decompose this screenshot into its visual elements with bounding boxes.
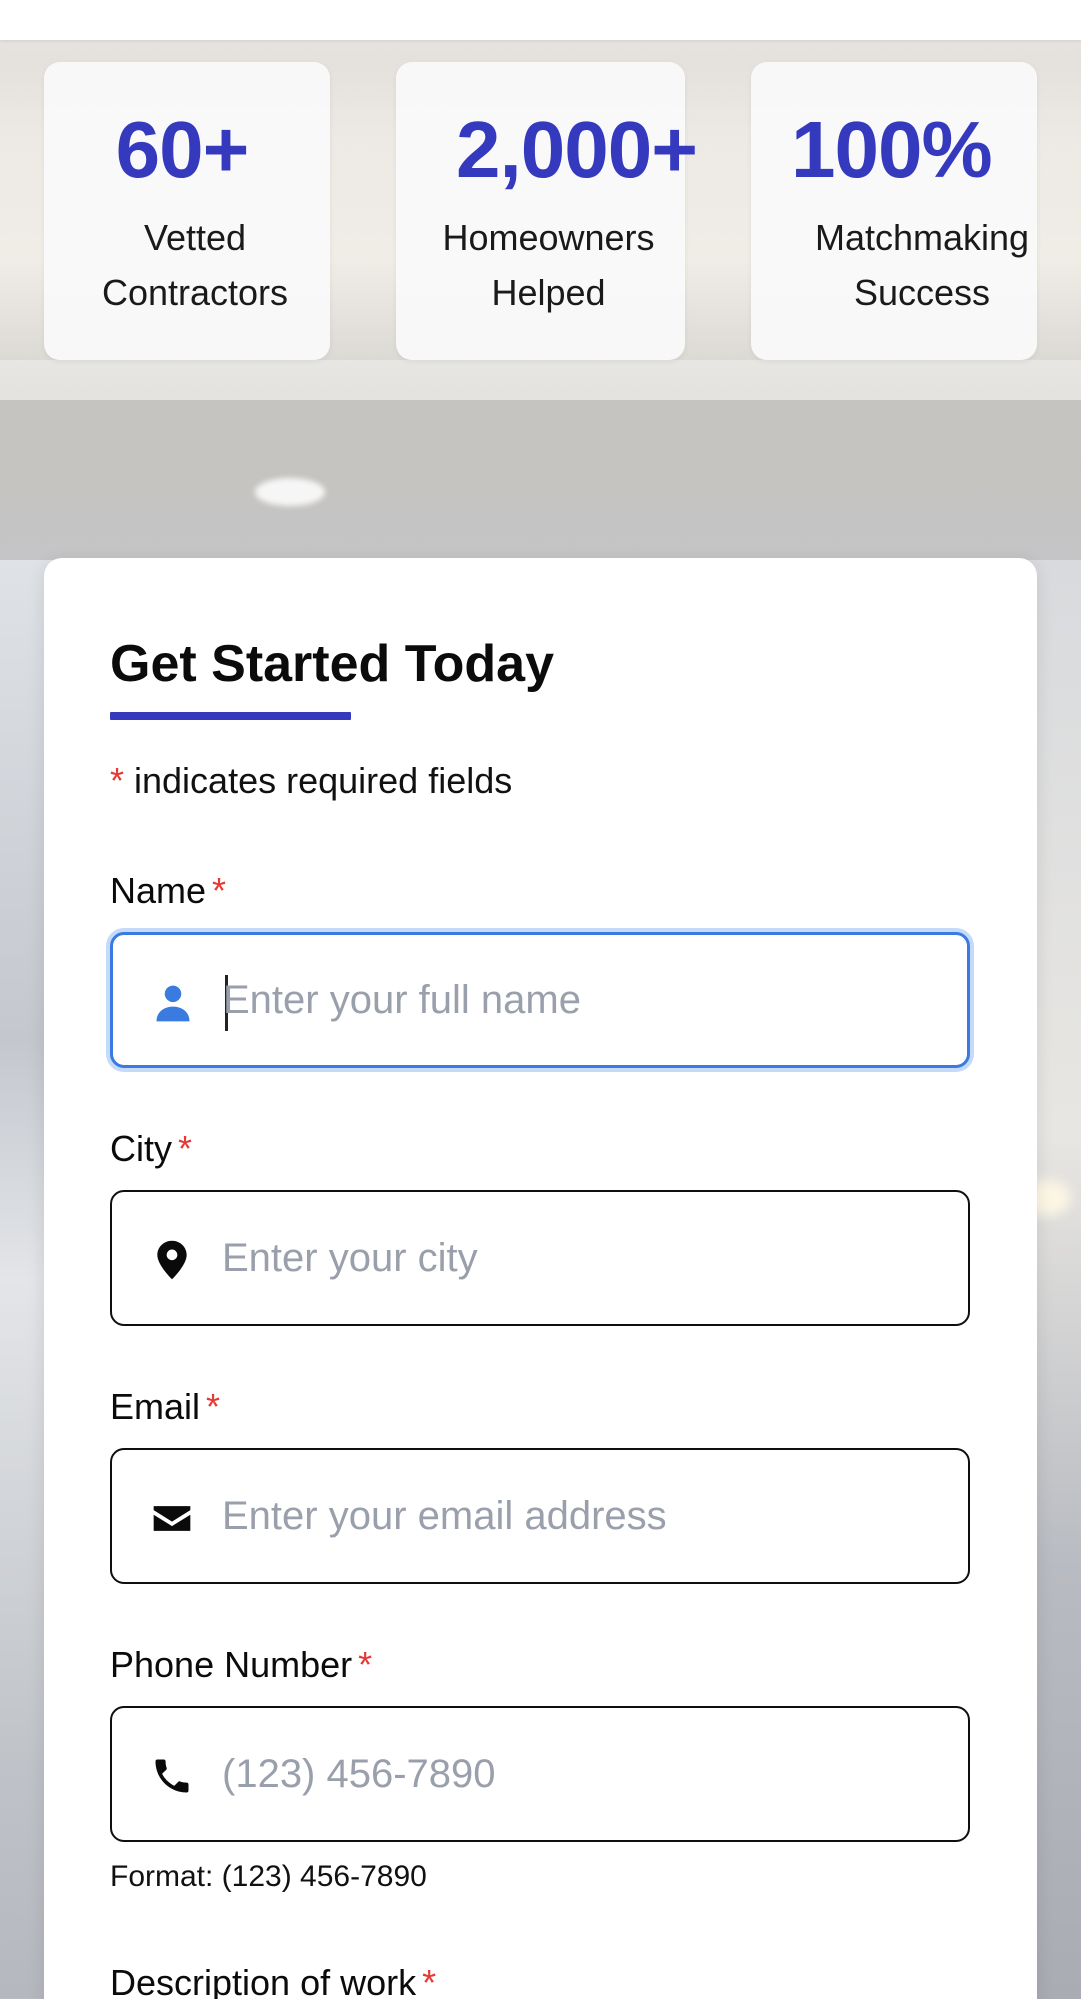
phone-label: Phone Number * [110, 1644, 372, 1686]
stat-card-homeowners: 2,000+ Homeowners Helped [396, 62, 698, 360]
stat-label-line: Contractors [101, 272, 289, 313]
email-field[interactable] [110, 1448, 970, 1584]
stat-label-line: Matchmaking [814, 217, 1030, 258]
stats-row: 60+ Vetted Contractors 2,000+ Homeowners… [0, 62, 1081, 360]
city-input[interactable] [222, 1192, 942, 1324]
form-title: Get Started Today [110, 635, 555, 693]
required-asterisk: * [422, 1962, 437, 1999]
phone-input[interactable] [222, 1708, 942, 1840]
description-label-text: Description of work [110, 1962, 417, 1999]
envelope-icon [153, 1506, 191, 1531]
stat-label: Vetted Contractors [60, 210, 330, 320]
email-label-text: Email [110, 1386, 201, 1427]
top-bar [0, 0, 1081, 40]
name-label: Name * [110, 870, 226, 912]
stat-value: 100% [791, 105, 993, 194]
lead-form: Get Started Today * indicates required f… [44, 558, 1037, 1999]
name-label-text: Name [110, 870, 207, 911]
required-asterisk: * [110, 760, 125, 801]
city-label-text: City [110, 1128, 172, 1169]
person-icon [156, 985, 190, 1022]
phone-format-hint: Format: (123) 456-7890 [110, 1860, 427, 1893]
name-field[interactable] [110, 932, 970, 1068]
email-input[interactable] [222, 1450, 942, 1582]
stat-label-line: Homeowners [442, 217, 655, 258]
city-label: City * [110, 1128, 192, 1170]
stat-label: Matchmaking Success [807, 210, 1037, 320]
required-note-text: indicates required fields [124, 760, 513, 801]
title-underline [110, 712, 351, 720]
location-pin-icon [157, 1240, 187, 1280]
email-label: Email * [110, 1386, 220, 1428]
background-ceiling [0, 360, 1081, 400]
stat-label-line: Success [853, 272, 991, 313]
phone-label-text: Phone Number [110, 1644, 353, 1685]
background-shadow [0, 400, 1081, 560]
stat-card-matchmaking: 100% Matchmaking Success [751, 62, 1037, 360]
phone-icon [155, 1759, 189, 1793]
stat-label: Homeowners Helped [412, 210, 685, 320]
stat-value: 60+ [115, 105, 250, 194]
phone-field[interactable] [110, 1706, 970, 1842]
required-asterisk: * [178, 1128, 193, 1169]
background-ceiling-light [255, 478, 325, 506]
stat-card-contractors: 60+ Vetted Contractors [44, 62, 330, 360]
city-field[interactable] [110, 1190, 970, 1326]
required-asterisk: * [206, 1386, 221, 1427]
name-input[interactable] [223, 935, 943, 1065]
required-asterisk: * [358, 1644, 373, 1685]
stat-label-line: Helped [491, 272, 606, 313]
required-asterisk: * [212, 870, 227, 911]
description-label: Description of work * [110, 1962, 436, 1999]
required-fields-note: * indicates required fields [110, 760, 512, 802]
stat-label-line: Vetted [143, 217, 247, 258]
stat-value: 2,000+ [456, 105, 698, 194]
